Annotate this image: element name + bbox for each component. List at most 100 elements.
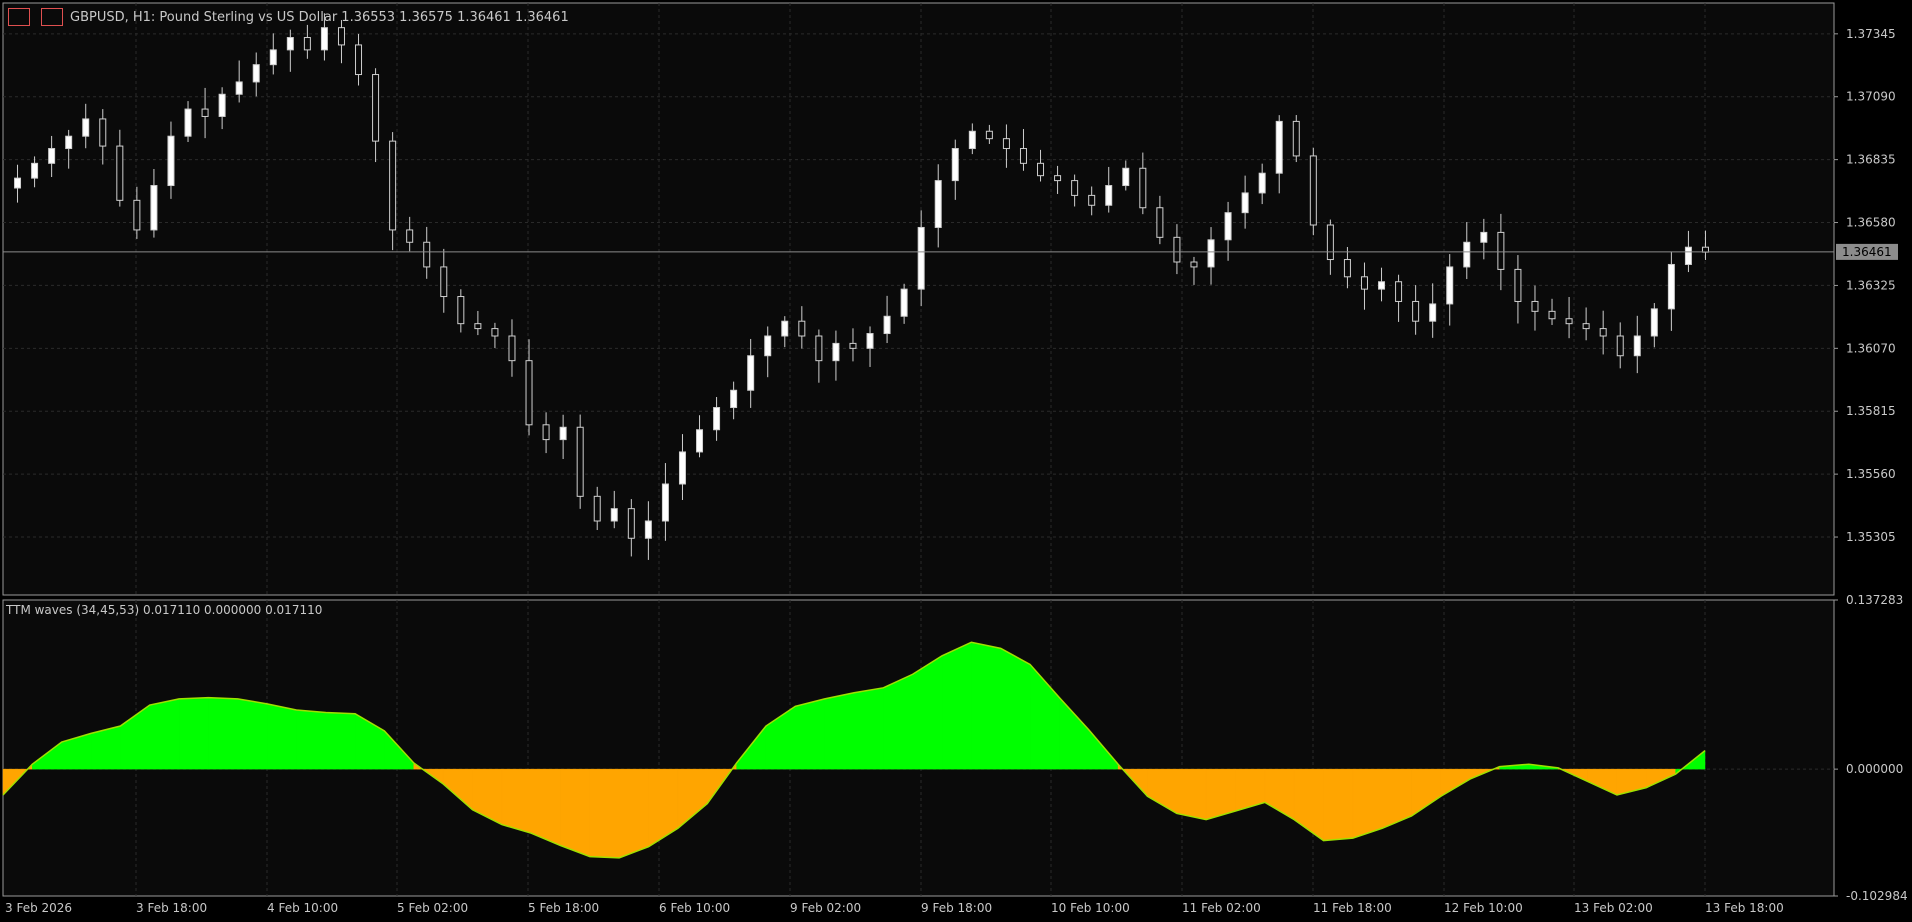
- candle-bull: [235, 81, 243, 95]
- trading-chart[interactable]: 3 Feb 2026 3 Feb 18:00 4 Feb 10:00 5 Feb 02…: [0, 0, 1912, 922]
- candle-bull: [1650, 308, 1658, 337]
- wave-fill-down: [1176, 768, 1207, 820]
- candle-bull: [269, 49, 277, 66]
- menu-icon[interactable]: [8, 8, 30, 26]
- time-label: 11 Feb 02:00: [1182, 901, 1261, 915]
- current-price-value: 1.36461: [1842, 245, 1892, 259]
- wave-fill-down: [1352, 768, 1383, 839]
- candle-bear: [576, 426, 584, 497]
- candle-bull: [559, 426, 567, 441]
- candle-bear: [303, 37, 311, 51]
- candle-bull: [866, 333, 874, 349]
- time-label: 5 Feb 18:00: [528, 901, 599, 915]
- candle-bull: [917, 226, 925, 290]
- candle-bull: [1241, 192, 1249, 214]
- candle-bear: [542, 424, 550, 441]
- price-tick-label: 1.36580: [1846, 216, 1896, 230]
- time-label: 9 Feb 18:00: [921, 901, 992, 915]
- candle-bear: [474, 323, 482, 330]
- candle-bear: [627, 508, 635, 539]
- candle-bull: [1122, 167, 1130, 187]
- time-label: 11 Feb 18:00: [1313, 901, 1392, 915]
- price-tick-label: 1.35560: [1846, 467, 1896, 481]
- candle-bull: [644, 520, 652, 539]
- candle-bull: [14, 177, 22, 189]
- chart-type-icon[interactable]: [41, 8, 63, 26]
- candle-bull: [951, 148, 959, 182]
- wave-fill-down: [1323, 768, 1354, 841]
- candle-bull: [31, 162, 39, 179]
- candle-bull: [218, 93, 226, 117]
- candle-bull: [1378, 281, 1386, 290]
- candle-bear: [1309, 155, 1317, 226]
- time-label: 12 Feb 10:00: [1444, 901, 1523, 915]
- wave-fill-down: [560, 768, 591, 857]
- wave-fill-up: [912, 655, 943, 770]
- candle-bear: [337, 27, 345, 46]
- candle-bear: [1616, 335, 1624, 357]
- candle-bull: [883, 315, 891, 335]
- candle-bull: [286, 37, 294, 51]
- candle-bear: [798, 320, 806, 337]
- candle-bear: [133, 199, 141, 231]
- price-tick-label: 1.35305: [1846, 530, 1896, 544]
- candle-bull: [1633, 335, 1641, 357]
- candle-bear: [1156, 207, 1164, 238]
- candle-bull: [1667, 263, 1675, 310]
- wave-fill-up: [971, 641, 1001, 770]
- wave-fill-up: [941, 641, 972, 770]
- candle-bear: [1037, 162, 1045, 177]
- candle-bull: [184, 108, 192, 137]
- candle-bear: [1019, 148, 1027, 164]
- candle-bear: [389, 140, 397, 231]
- indicator-tick-label: 0.137283: [1846, 593, 1903, 607]
- candle-bull: [696, 429, 704, 453]
- candle-bear: [1190, 261, 1198, 268]
- candle-bear: [508, 335, 516, 362]
- time-label: 3 Feb 18:00: [136, 901, 207, 915]
- candle-bear: [99, 118, 107, 147]
- candle-bear: [1173, 236, 1181, 263]
- candle-bear: [406, 229, 414, 243]
- candle-bear: [1514, 268, 1522, 302]
- indicator-label: TTM waves (34,45,53) 0.017110 0.000000 0…: [6, 603, 323, 617]
- candle-bear: [1395, 281, 1403, 302]
- candle-bear: [1565, 318, 1573, 325]
- time-label: 10 Feb 10:00: [1051, 901, 1130, 915]
- candle-bear: [1343, 259, 1351, 278]
- candle-bull: [1480, 231, 1488, 243]
- candle-bear: [1531, 300, 1539, 312]
- wave-fill-down: [618, 768, 649, 859]
- wave-fill-up: [883, 673, 913, 770]
- candle-bull: [1446, 266, 1454, 305]
- wave-fill-up: [325, 712, 356, 770]
- price-panel: [2, 2, 1835, 596]
- candle-bull: [764, 335, 772, 357]
- wave-fill-up: [296, 709, 327, 770]
- candle-bull: [1429, 303, 1437, 322]
- candle-bull: [747, 355, 755, 391]
- candle-bear: [491, 328, 499, 337]
- candle-bear: [457, 296, 465, 325]
- time-label: 13 Feb 18:00: [1705, 901, 1784, 915]
- candle-bull: [968, 130, 976, 150]
- candle-bull: [150, 185, 158, 231]
- candle-bear: [1599, 328, 1607, 337]
- wave-fill-down: [530, 768, 561, 846]
- indicator-tick-label: -0.102984: [1846, 889, 1908, 903]
- candle-bull: [167, 135, 175, 187]
- candle-bear: [1497, 231, 1505, 270]
- candle-bull: [678, 451, 686, 485]
- candle-bull: [730, 389, 738, 409]
- candle-bear: [1360, 276, 1368, 290]
- time-label: 5 Feb 02:00: [397, 901, 468, 915]
- wave-fill-up: [824, 692, 855, 770]
- price-tick-label: 1.37090: [1846, 90, 1896, 104]
- candle-bull: [1224, 212, 1232, 241]
- wave-fill-up: [208, 697, 239, 770]
- candle-bear: [849, 342, 857, 349]
- candle-bear: [1582, 323, 1590, 330]
- wave-fill-up: [853, 687, 884, 770]
- wave-fill-up: [795, 698, 825, 770]
- wave-fill-down: [589, 768, 620, 859]
